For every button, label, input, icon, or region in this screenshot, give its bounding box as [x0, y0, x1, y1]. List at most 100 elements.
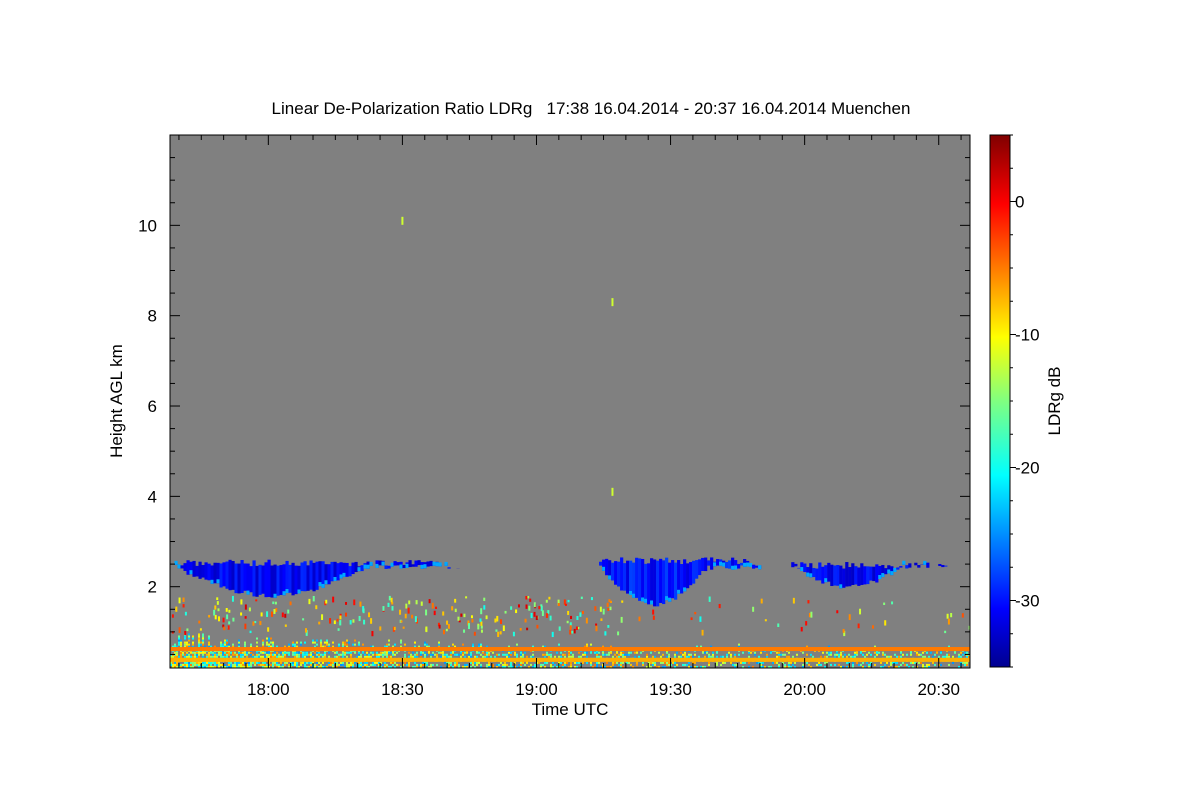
- boundary-cell: [260, 663, 262, 666]
- boundary-cell: [776, 651, 778, 654]
- scatter-echo: [810, 611, 813, 618]
- boundary-cell: [188, 663, 190, 666]
- boundary-cell: [224, 653, 226, 656]
- boundary-cell: [226, 641, 228, 644]
- boundary-cell: [568, 651, 570, 654]
- boundary-cell: [316, 651, 318, 654]
- cloud-edge: [881, 573, 885, 578]
- boundary-cell: [688, 655, 690, 658]
- boundary-cell: [232, 651, 234, 654]
- boundary-cell: [364, 661, 366, 664]
- boundary-cell: [386, 643, 388, 646]
- boundary-cell: [186, 653, 188, 656]
- boundary-cell: [716, 651, 718, 654]
- boundary-cell: [520, 661, 522, 664]
- scatter-echo: [538, 606, 541, 610]
- boundary-cell: [784, 653, 786, 656]
- boundary-cell: [232, 653, 234, 656]
- boundary-cell: [336, 651, 338, 654]
- boundary-cell: [900, 655, 902, 658]
- boundary-cell: [926, 651, 928, 654]
- boundary-cell: [294, 651, 296, 654]
- boundary-cell: [694, 661, 696, 664]
- boundary-cell: [278, 655, 280, 658]
- boundary-cell: [712, 653, 714, 656]
- scatter-echo: [415, 600, 418, 605]
- cloud-edge: [743, 562, 747, 567]
- scatter-echo: [857, 623, 860, 629]
- boundary-cell: [436, 653, 438, 656]
- scatter-echo: [576, 616, 579, 620]
- cloud-edge: [887, 569, 891, 574]
- boundary-cell: [590, 663, 592, 666]
- y-tick-label: 6: [148, 397, 157, 416]
- boundary-cell: [486, 655, 488, 658]
- boundary-cell: [380, 651, 382, 654]
- boundary-cell: [348, 641, 350, 644]
- boundary-cell: [966, 663, 968, 666]
- boundary-cell: [292, 643, 294, 646]
- cloud-column: [659, 558, 663, 603]
- boundary-cell: [188, 639, 190, 642]
- boundary-cell: [866, 653, 868, 656]
- scatter-echo: [617, 631, 620, 636]
- boundary-cell: [374, 661, 376, 664]
- boundary-cell: [510, 653, 512, 656]
- boundary-cell: [188, 653, 190, 656]
- scatter-echo: [571, 630, 574, 634]
- boundary-cell: [646, 655, 648, 658]
- boundary-cell: [194, 653, 196, 656]
- boundary-cell: [328, 655, 330, 658]
- boundary-cell: [322, 655, 324, 658]
- boundary-cell: [480, 653, 482, 656]
- scatter-echo: [764, 619, 767, 622]
- boundary-cell: [262, 639, 264, 642]
- cloud-edge: [405, 563, 409, 568]
- boundary-cell: [172, 655, 174, 658]
- boundary-cell: [420, 663, 422, 666]
- boundary-cell: [326, 643, 328, 646]
- boundary-cell: [300, 643, 302, 646]
- cloud-column: [204, 562, 208, 580]
- boundary-cell: [838, 653, 840, 656]
- boundary-cell: [202, 633, 204, 636]
- cloud-column: [623, 563, 627, 591]
- cloud-edge: [342, 572, 346, 577]
- cloud-column: [294, 565, 298, 595]
- boundary-cell: [948, 653, 950, 656]
- scatter-echo: [411, 614, 414, 619]
- cloud-column: [330, 561, 334, 582]
- boundary-cell: [586, 661, 588, 664]
- isolated-echo: [401, 216, 404, 225]
- boundary-cell: [900, 663, 902, 666]
- boundary-cell: [296, 653, 298, 656]
- boundary-cell: [834, 663, 836, 666]
- cloud-column: [351, 562, 355, 575]
- scatter-echo: [284, 613, 287, 618]
- scatter-echo: [564, 603, 567, 606]
- boundary-cell: [550, 655, 552, 658]
- boundary-cell: [304, 663, 306, 666]
- cloud-column: [249, 566, 253, 593]
- boundary-cell: [758, 655, 760, 658]
- boundary-cell: [420, 653, 422, 656]
- cloud-edge: [399, 564, 403, 569]
- cloud-edge: [216, 579, 220, 584]
- boundary-cell: [362, 663, 364, 666]
- boundary-cell: [212, 653, 214, 656]
- boundary-cell: [618, 655, 620, 658]
- boundary-cell: [652, 655, 654, 658]
- colorbar: [989, 134, 1011, 668]
- boundary-cell: [198, 633, 200, 636]
- boundary-cell: [526, 661, 528, 664]
- cloud-edge: [357, 567, 361, 572]
- boundary-cell: [784, 663, 786, 666]
- boundary-cell: [338, 653, 340, 656]
- boundary-cell: [350, 663, 352, 666]
- boundary-cell: [694, 653, 696, 656]
- boundary-cell: [304, 653, 306, 656]
- boundary-cell: [544, 653, 546, 656]
- boundary-cell: [368, 655, 370, 658]
- boundary-cell: [216, 663, 218, 666]
- boundary-cell: [262, 641, 264, 644]
